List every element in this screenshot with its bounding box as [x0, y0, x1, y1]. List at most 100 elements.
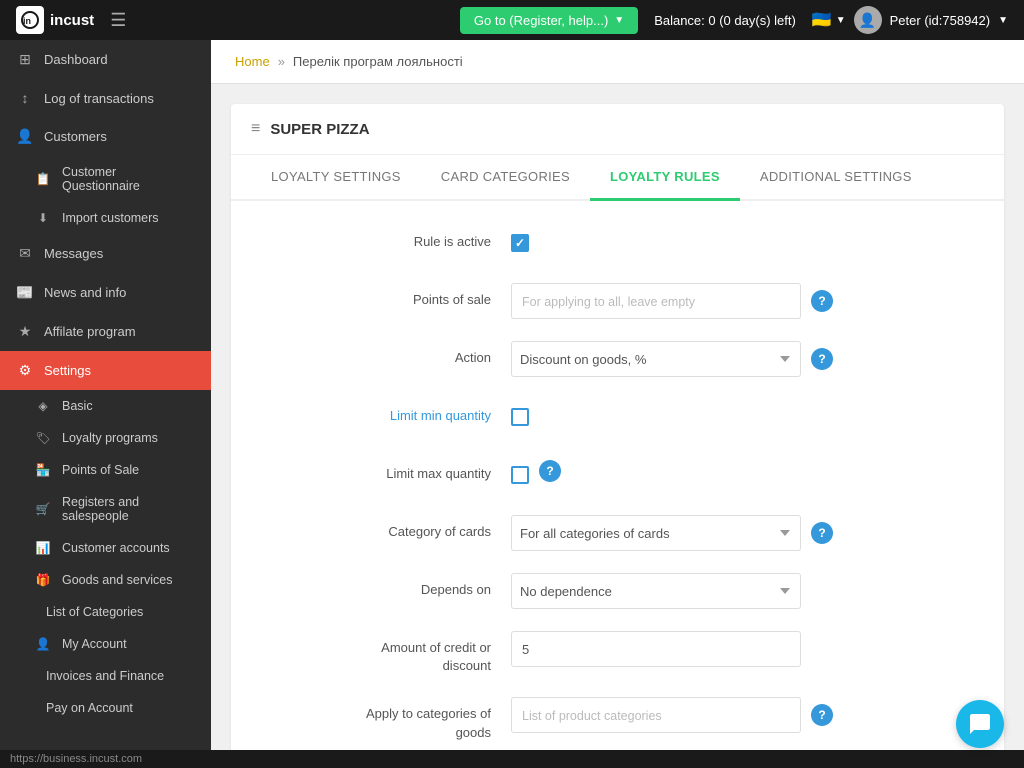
limit-max-label: Limit max quantity: [271, 457, 511, 483]
sidebar-label-registers: Registers and salespeople: [62, 495, 195, 523]
form-row-card-category: Category of cards For all categories of …: [271, 515, 964, 551]
tabs-bar: LOYALTY SETTINGS CARD CATEGORIES LOYALTY…: [231, 155, 1004, 201]
logo-icon: in: [16, 6, 44, 34]
pos-help-icon[interactable]: ?: [811, 290, 833, 312]
form-row-rule-active: Rule is active: [271, 225, 964, 261]
chat-button[interactable]: [956, 700, 1004, 748]
sidebar-label-customers: Customers: [44, 129, 107, 144]
main-card: ≡ SUPER PIZZA LOYALTY SETTINGS CARD CATE…: [231, 104, 1004, 750]
form-row-limit-max: Limit max quantity ?: [271, 457, 964, 493]
limit-min-control: [511, 399, 964, 426]
sidebar-item-news[interactable]: 📰 News and info: [0, 273, 211, 312]
main-layout: ⊞ Dashboard ↕ Log of transactions 👤 Cust…: [0, 40, 1024, 750]
sidebar-item-basic[interactable]: ◈ Basic: [0, 390, 211, 422]
avatar: 👤: [854, 6, 882, 34]
rule-active-control: [511, 225, 964, 252]
apply-categories-help-icon[interactable]: ?: [811, 704, 833, 726]
sidebar-label-log: Log of transactions: [44, 91, 154, 106]
sidebar-label-my-account: My Account: [62, 637, 127, 651]
sidebar-item-loyalty-programs[interactable]: 🏷 Loyalty programs: [0, 422, 211, 454]
loyalty-icon: 🏷: [34, 431, 52, 445]
form-row-depends: Depends on No dependenceOn quantityOn am…: [271, 573, 964, 609]
form-row-limit-min: Limit min quantity: [271, 399, 964, 435]
form-row-action: Action Discount on goods, %Points on goo…: [271, 341, 964, 377]
action-control: Discount on goods, %Points on goodsDisco…: [511, 341, 964, 377]
form-row-pos: Points of sale ?: [271, 283, 964, 319]
limit-min-checkbox[interactable]: [511, 408, 529, 426]
pos-label: Points of sale: [271, 283, 511, 309]
card-category-label: Category of cards: [271, 515, 511, 541]
tab-additional-settings[interactable]: ADDITIONAL SETTINGS: [740, 155, 932, 201]
sidebar-item-log-transactions[interactable]: ↕ Log of transactions: [0, 79, 211, 117]
sidebar-item-messages[interactable]: ✉ Messages: [0, 234, 211, 273]
sidebar-item-affiliate[interactable]: ★ Affilate program: [0, 312, 211, 351]
sidebar-item-customers[interactable]: 👤 Customers: [0, 117, 211, 156]
status-bar: https://business.incust.com: [0, 750, 1024, 768]
rule-active-checkbox[interactable]: [511, 234, 529, 252]
tab-loyalty-settings[interactable]: LOYALTY SETTINGS: [251, 155, 421, 201]
breadcrumb: Home » Перелік програм лояльності: [211, 40, 1024, 84]
limit-max-checkbox[interactable]: [511, 466, 529, 484]
settings-icon: ⚙: [16, 362, 34, 379]
logo-text: incust: [50, 12, 94, 29]
tab-loyalty-rules[interactable]: LOYALTY RULES: [590, 155, 740, 201]
sidebar-item-goods[interactable]: 🎁 Goods and services: [0, 564, 211, 596]
flag-chevron-icon: ▼: [836, 15, 846, 26]
hamburger-icon[interactable]: ☰: [110, 10, 126, 31]
pos-input[interactable]: [511, 283, 801, 319]
goto-button[interactable]: Go to (Register, help...) ▼: [460, 7, 638, 34]
breadcrumb-current: Перелік програм лояльності: [293, 54, 463, 69]
apply-categories-input[interactable]: [511, 697, 801, 733]
language-selector[interactable]: 🇺🇦 ▼: [812, 10, 846, 30]
card-header: ≡ SUPER PIZZA: [231, 104, 1004, 155]
sidebar-item-pos[interactable]: 🏪 Points of Sale: [0, 454, 211, 486]
card-category-help-icon[interactable]: ?: [811, 522, 833, 544]
breadcrumb-sep: »: [278, 54, 285, 69]
sidebar-item-customer-accounts[interactable]: 📊 Customer accounts: [0, 532, 211, 564]
depends-label: Depends on: [271, 573, 511, 599]
action-help-icon[interactable]: ?: [811, 348, 833, 370]
depends-select[interactable]: No dependenceOn quantityOn amount: [511, 573, 801, 609]
sidebar-item-pay-account[interactable]: Pay on Account: [0, 692, 211, 724]
limit-min-label: Limit min quantity: [271, 399, 511, 425]
sidebar-item-import-customers[interactable]: ⬇ Import customers: [0, 202, 211, 234]
form-row-amount: Amount of credit or discount: [271, 631, 964, 675]
layers-icon: ≡: [251, 120, 260, 138]
amount-input[interactable]: [511, 631, 801, 667]
sidebar-label-import: Import customers: [62, 211, 159, 225]
messages-icon: ✉: [16, 245, 34, 262]
sidebar-item-list-categories[interactable]: List of Categories: [0, 596, 211, 628]
action-label: Action: [271, 341, 511, 367]
sidebar-label-news: News and info: [44, 285, 126, 300]
log-icon: ↕: [16, 90, 34, 106]
sidebar-item-my-account[interactable]: 👤 My Account: [0, 628, 211, 660]
sidebar-label-goods: Goods and services: [62, 573, 172, 587]
import-icon: ⬇: [34, 211, 52, 225]
limit-max-help-icon[interactable]: ?: [539, 460, 561, 482]
breadcrumb-home[interactable]: Home: [235, 54, 270, 69]
sidebar-item-dashboard[interactable]: ⊞ Dashboard: [0, 40, 211, 79]
card-category-select[interactable]: For all categories of cardsGoldSilverBro…: [511, 515, 801, 551]
registers-icon: 🛒: [34, 502, 52, 516]
chevron-down-icon: ▼: [614, 15, 624, 26]
questionnaire-icon: 📋: [34, 172, 52, 186]
accounts-icon: 📊: [34, 541, 52, 555]
sidebar-item-customer-questionnaire[interactable]: 📋 Customer Questionnaire: [0, 156, 211, 202]
sidebar-item-registers[interactable]: 🛒 Registers and salespeople: [0, 486, 211, 532]
pos-icon: 🏪: [34, 463, 52, 477]
sidebar-item-settings[interactable]: ⚙ Settings: [0, 351, 211, 390]
tab-card-categories[interactable]: CARD CATEGORIES: [421, 155, 590, 201]
amount-label: Amount of credit or discount: [271, 631, 511, 675]
news-icon: 📰: [16, 284, 34, 301]
sidebar-label-settings: Settings: [44, 363, 91, 378]
affiliate-icon: ★: [16, 323, 34, 340]
my-account-icon: 👤: [34, 637, 52, 651]
logo: in incust: [16, 6, 94, 34]
action-select[interactable]: Discount on goods, %Points on goodsDisco…: [511, 341, 801, 377]
depends-control: No dependenceOn quantityOn amount: [511, 573, 964, 609]
sidebar-label-dashboard: Dashboard: [44, 52, 108, 67]
sidebar-label-basic: Basic: [62, 399, 93, 413]
user-chevron-icon: ▼: [998, 15, 1008, 26]
sidebar-item-invoices[interactable]: Invoices and Finance: [0, 660, 211, 692]
user-menu[interactable]: 👤 Peter (id:758942) ▼: [854, 6, 1008, 34]
